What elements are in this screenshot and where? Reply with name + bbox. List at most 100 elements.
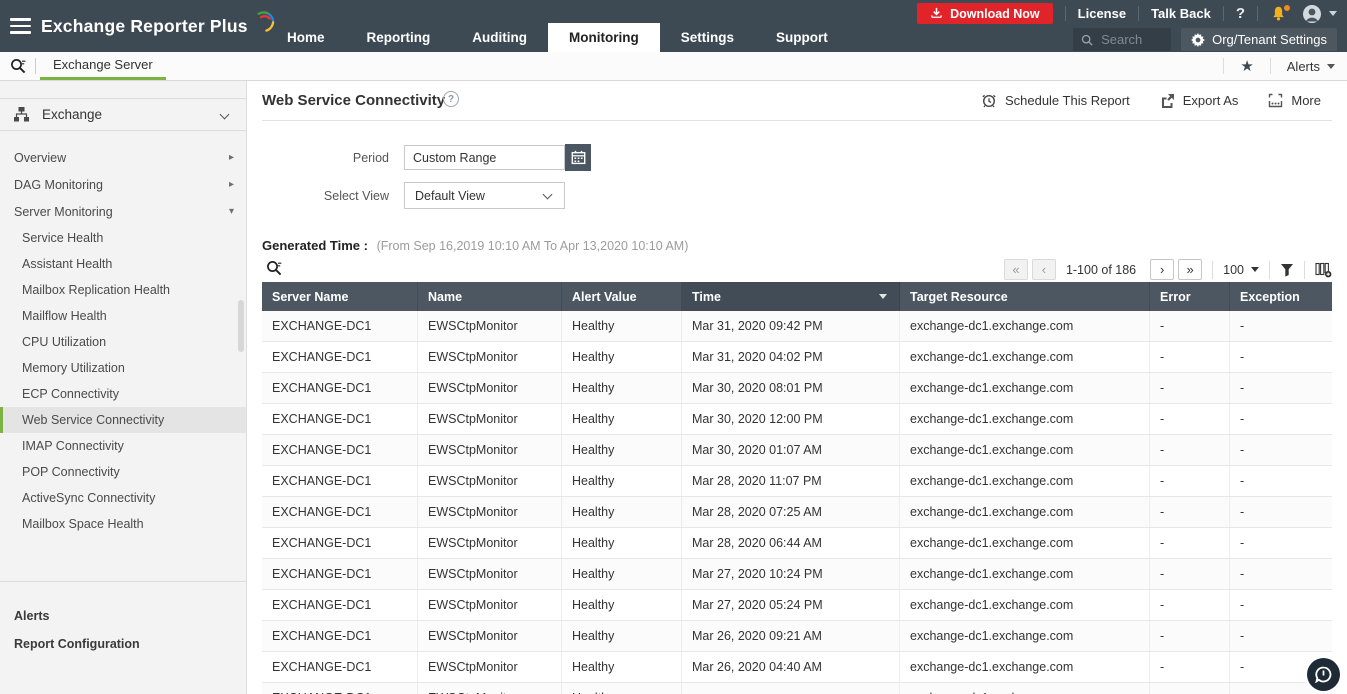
- hamburger-menu-icon[interactable]: [10, 18, 31, 38]
- download-now-button[interactable]: Download Now: [917, 3, 1053, 24]
- generated-time-label: Generated Time :: [262, 238, 368, 253]
- cell-alert: Healthy: [562, 404, 682, 434]
- nav-tab-reporting[interactable]: Reporting: [346, 23, 452, 52]
- add-column-icon[interactable]: [1315, 262, 1332, 278]
- user-account-menu[interactable]: [1302, 4, 1337, 24]
- sidebar-item-imap-connectivity[interactable]: IMAP Connectivity: [0, 433, 246, 459]
- tab-search-icon[interactable]: [10, 58, 27, 80]
- table-row[interactable]: EXCHANGE-DC1 EWSCtpMonitor Healthy Mar 30, …: [262, 373, 1332, 404]
- chat-widget-button[interactable]: [1307, 658, 1340, 691]
- schedule-report-button[interactable]: Schedule This Report: [981, 92, 1130, 108]
- column-header-time[interactable]: Time: [682, 282, 900, 311]
- sidebar-item-mailbox-space-health[interactable]: Mailbox Space Health: [0, 511, 246, 537]
- cell-error: -: [1150, 621, 1230, 651]
- export-as-button[interactable]: Export As: [1160, 93, 1238, 108]
- secondary-tab-bar: Exchange Server ★ Alerts: [0, 52, 1347, 81]
- sidebar-item-pop-connectivity[interactable]: POP Connectivity: [0, 459, 246, 485]
- table-row[interactable]: EXCHANGE-DC1 EWSCtpMonitor Healthy Mar 27, …: [262, 590, 1332, 621]
- cell-time: Mar 27, 2020 05:24 PM: [682, 590, 900, 620]
- sidebar-scrollbar-thumb[interactable]: [238, 300, 244, 352]
- license-link[interactable]: License: [1078, 6, 1126, 21]
- column-header-alert-value[interactable]: Alert Value: [562, 282, 682, 311]
- sidebar-item-web-service-connectivity[interactable]: Web Service Connectivity: [0, 407, 246, 433]
- cell-target: exchange-dc1.exchange.com: [900, 311, 1150, 341]
- more-button[interactable]: More: [1268, 93, 1321, 108]
- sidebar-item-mailbox-replication-health[interactable]: Mailbox Replication Health: [0, 277, 246, 303]
- chevron-right-icon: ▸: [228, 179, 234, 190]
- sidebar-item-overview[interactable]: Overview ▸: [0, 144, 246, 171]
- sidebar-section-exchange[interactable]: Exchange: [0, 98, 246, 131]
- sidebar-item-cpu-utilization[interactable]: CPU Utilization: [0, 329, 246, 355]
- cell-alert: Healthy: [562, 466, 682, 496]
- sidebar-item-alerts[interactable]: Alerts: [0, 602, 246, 630]
- column-header-name[interactable]: Name: [418, 282, 562, 311]
- org-tenant-settings-button[interactable]: Org/Tenant Settings: [1181, 28, 1337, 51]
- pagination-last-button[interactable]: »: [1178, 259, 1203, 280]
- filter-icon[interactable]: [1280, 263, 1294, 277]
- cell-name: EWSCtpMonitor: [418, 621, 562, 651]
- table-toolbar: « ‹ 1-100 of 186 › » 100: [262, 257, 1332, 282]
- table-row[interactable]: EXCHANGE-DC1 EWSCtpMonitor Healthy Mar 26, …: [262, 652, 1332, 683]
- cell-error: -: [1150, 342, 1230, 372]
- table-row[interactable]: EXCHANGE-DC1 EWSCtpMonitor Healthy Mar 27, …: [262, 559, 1332, 590]
- sidebar-item-assistant-health[interactable]: Assistant Health: [0, 251, 246, 277]
- favorite-star-icon[interactable]: ★: [1240, 57, 1253, 75]
- help-icon[interactable]: ?: [1236, 5, 1245, 22]
- sidebar-footer-menu: Alerts Report Configuration: [0, 602, 246, 658]
- cell-server: EXCHANGE-DC1: [262, 683, 418, 694]
- table-row[interactable]: EXCHANGE-DC1 EWSCtpMonitor Healthy Mar 31, …: [262, 311, 1332, 342]
- search-input[interactable]: [1099, 31, 1162, 48]
- page-size-dropdown[interactable]: 100: [1223, 263, 1259, 277]
- cell-target: exchange-dc1.exchange.com: [900, 435, 1150, 465]
- cell-name: EWSCtpMonitor: [418, 404, 562, 434]
- calendar-button[interactable]: [565, 144, 591, 171]
- pagination-first-button[interactable]: «: [1003, 259, 1028, 280]
- pagination-next-button[interactable]: ›: [1150, 259, 1175, 280]
- table-row[interactable]: EXCHANGE-DC1 EWSCtpMonitor Healthy Mar 28, …: [262, 528, 1332, 559]
- nav-tab-auditing[interactable]: Auditing: [451, 23, 548, 52]
- sidebar-item-memory-utilization[interactable]: Memory Utilization: [0, 355, 246, 381]
- sidebar-item-server-monitoring[interactable]: Server Monitoring ▾: [0, 198, 246, 225]
- table-row[interactable]: EXCHANGE-DC1 EWSCtpMonitor Healthy Mar 31, …: [262, 342, 1332, 373]
- cell-target: exchange-dc1.exchange.com: [900, 590, 1150, 620]
- avatar-icon: [1303, 4, 1321, 23]
- table-row[interactable]: EXCHANGE-DC1 EWSCtpMonitor Healthy Mar 30, …: [262, 435, 1332, 466]
- page-title: Web Service Connectivity: [262, 92, 446, 109]
- cell-alert: Healthy: [562, 311, 682, 341]
- table-row[interactable]: EXCHANGE-DC1 EWSCtpMonitor Healthy Mar 30, …: [262, 404, 1332, 435]
- table-row[interactable]: EXCHANGE-DC1EWSCtpMonitorHealthy exchange…: [262, 683, 1332, 694]
- sidebar-item-mailflow-health[interactable]: Mailflow Health: [0, 303, 246, 329]
- sidebar-item-report-configuration[interactable]: Report Configuration: [0, 630, 246, 658]
- nav-tab-monitoring[interactable]: Monitoring: [548, 23, 660, 52]
- sidebar: Exchange Overview ▸ DAG Monitoring ▸ Server …: [0, 81, 247, 694]
- column-header-target-resource[interactable]: Target Resource: [900, 282, 1150, 311]
- column-header-exception[interactable]: Exception: [1230, 282, 1332, 311]
- sidebar-item-ecp-connectivity[interactable]: ECP Connectivity: [0, 381, 246, 407]
- table-row[interactable]: EXCHANGE-DC1 EWSCtpMonitor Healthy Mar 28, …: [262, 466, 1332, 497]
- sidebar-item-dag-monitoring[interactable]: DAG Monitoring ▸: [0, 171, 246, 198]
- cell-target: exchange-dc1.exchange.com: [900, 559, 1150, 589]
- alerts-dropdown[interactable]: Alerts: [1287, 59, 1335, 74]
- column-header-server-name[interactable]: Server Name: [262, 282, 418, 311]
- cell-name: EWSCtpMonitor: [418, 435, 562, 465]
- sidebar-item-service-health[interactable]: Service Health: [0, 225, 246, 251]
- report-help-icon[interactable]: ?: [443, 91, 459, 107]
- period-input[interactable]: Custom Range: [404, 145, 565, 170]
- nav-tab-support[interactable]: Support: [755, 23, 849, 52]
- tab-exchange-server[interactable]: Exchange Server: [40, 52, 166, 80]
- nav-tab-home[interactable]: Home: [266, 23, 346, 52]
- notification-bell-icon[interactable]: [1270, 3, 1291, 23]
- table-search-icon[interactable]: [266, 260, 283, 282]
- pagination-prev-button[interactable]: ‹: [1031, 259, 1056, 280]
- app-logo[interactable]: Exchange Reporter Plus: [41, 0, 276, 52]
- cell-target: exchange-dc1.exchange.com: [900, 373, 1150, 403]
- column-header-error[interactable]: Error: [1150, 282, 1230, 311]
- sidebar-item-activesync-connectivity[interactable]: ActiveSync Connectivity: [0, 485, 246, 511]
- table-row[interactable]: EXCHANGE-DC1 EWSCtpMonitor Healthy Mar 26, …: [262, 621, 1332, 652]
- nav-tab-settings[interactable]: Settings: [660, 23, 755, 52]
- talk-back-link[interactable]: Talk Back: [1151, 6, 1211, 21]
- global-search-box[interactable]: [1073, 28, 1172, 51]
- table-row[interactable]: EXCHANGE-DC1 EWSCtpMonitor Healthy Mar 28, …: [262, 497, 1332, 528]
- cell-time: Mar 30, 2020 01:07 AM: [682, 435, 900, 465]
- view-select[interactable]: Default View: [404, 182, 565, 209]
